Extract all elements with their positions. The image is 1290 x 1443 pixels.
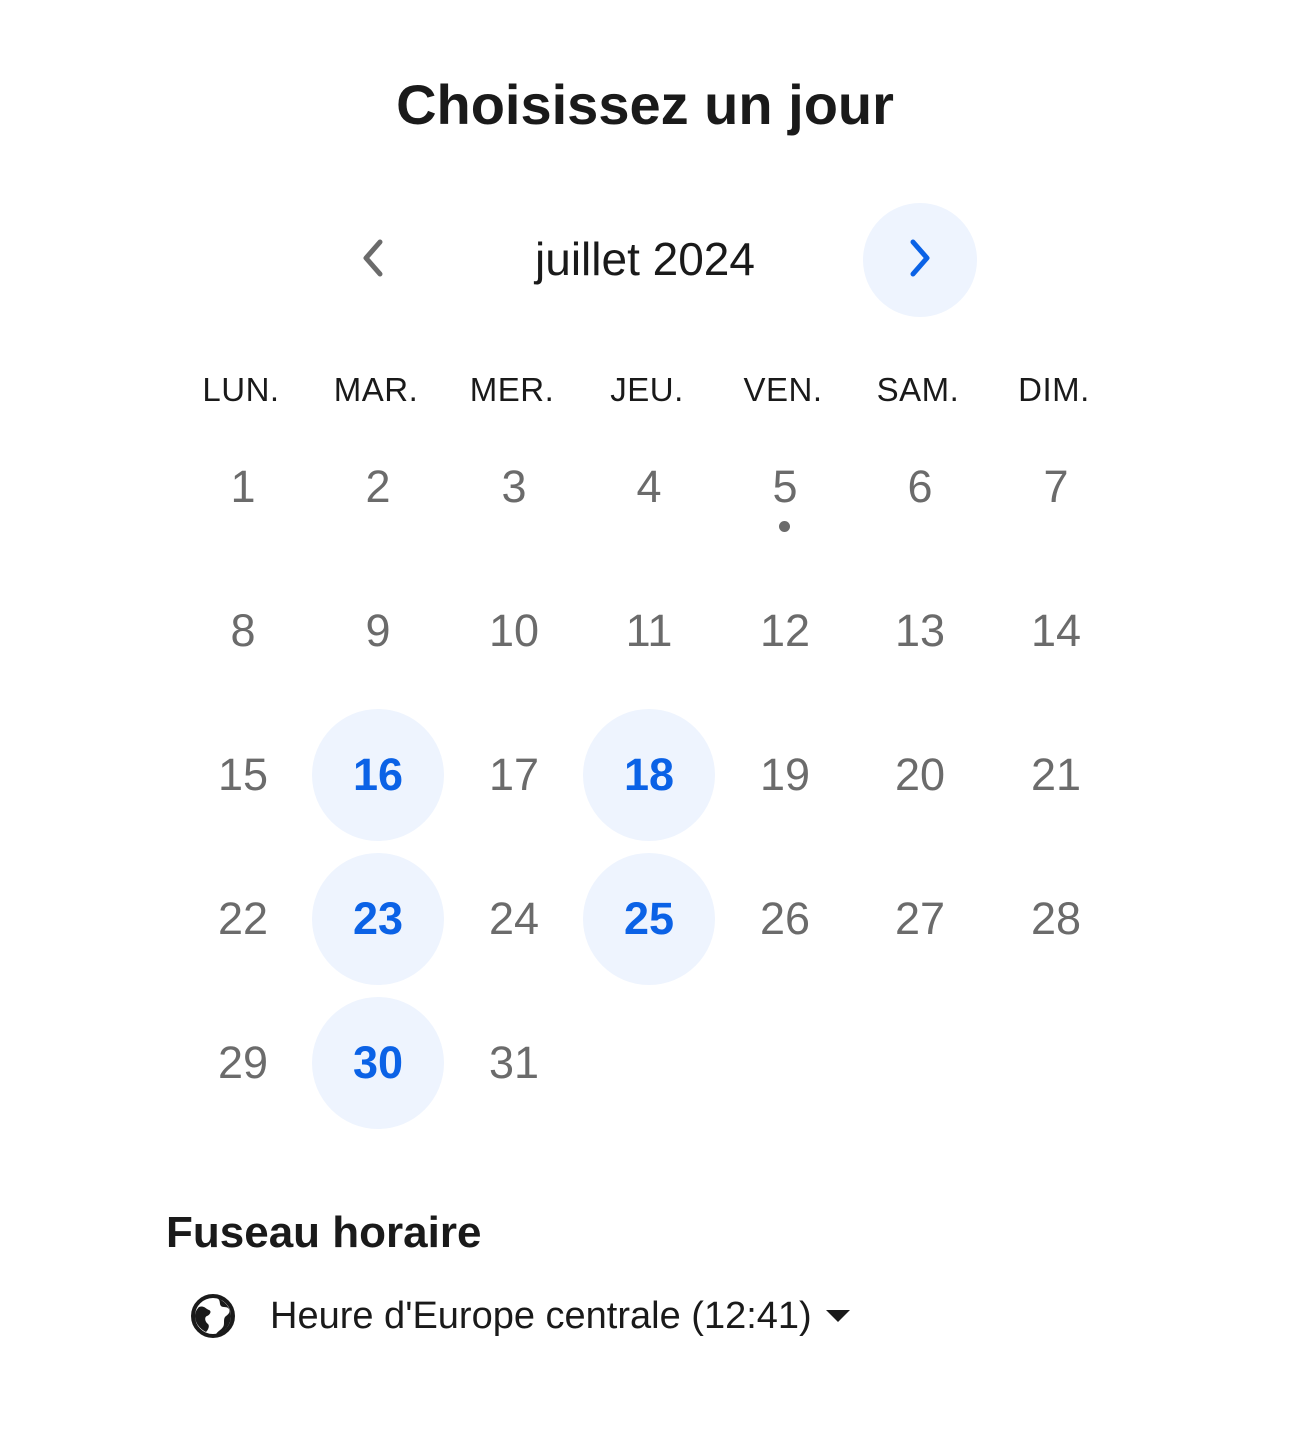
month-navigation: juillet 2024: [0, 203, 1290, 317]
day-unavailable: 4: [636, 461, 662, 512]
day-unavailable: 19: [759, 749, 811, 800]
day-unavailable: 24: [488, 893, 540, 944]
chevron-right-icon: [903, 236, 937, 285]
day-unavailable: 2: [365, 461, 391, 512]
next-month-button[interactable]: [863, 203, 977, 317]
weekday-label: VEN.: [743, 371, 823, 408]
day-available[interactable]: 23: [312, 853, 444, 985]
day-available[interactable]: 18: [583, 709, 715, 841]
day-unavailable: 11: [625, 605, 673, 656]
day-unavailable: 12: [759, 605, 811, 656]
page-title: Choisissez un jour: [396, 73, 894, 136]
day-unavailable: 15: [217, 749, 269, 800]
weekday-label: MAR.: [333, 371, 419, 408]
day-unavailable: 10: [488, 605, 540, 656]
day-available[interactable]: 25: [583, 853, 715, 985]
weekday-label: MER.: [469, 371, 555, 408]
day-unavailable: 14: [1030, 605, 1082, 656]
weekday-label: DIM.: [1018, 371, 1090, 408]
day-unavailable: 13: [894, 605, 946, 656]
day-unavailable: 9: [365, 605, 391, 656]
day-unavailable: 6: [907, 461, 933, 512]
globe-icon: [190, 1293, 236, 1339]
day-unavailable: 26: [759, 893, 811, 944]
day-unavailable: 27: [894, 893, 946, 944]
timezone-value: Heure d'Europe centrale (12:41): [270, 1295, 812, 1337]
day-unavailable: 21: [1030, 749, 1082, 800]
caret-down-icon: [825, 1309, 850, 1323]
day-unavailable: 20: [894, 749, 946, 800]
timezone-selector[interactable]: Heure d'Europe centrale (12:41): [190, 1288, 850, 1344]
day-unavailable: 5: [772, 461, 798, 512]
weekday-label: LUN.: [202, 371, 280, 408]
day-unavailable: 3: [501, 461, 527, 512]
weekday-label: JEU.: [610, 371, 684, 408]
weekday-header: LUN. MAR. MER. JEU. VEN. SAM. DIM.: [0, 368, 1290, 412]
day-unavailable: 28: [1030, 893, 1082, 944]
day-unavailable: 1: [230, 461, 256, 512]
month-label: juillet 2024: [535, 233, 755, 285]
day-unavailable: 22: [217, 893, 269, 944]
weekday-label: SAM.: [876, 371, 960, 408]
day-unavailable: 8: [230, 605, 256, 656]
day-unavailable: 31: [488, 1037, 540, 1088]
day-available[interactable]: 30: [312, 997, 444, 1129]
timezone-title: Fuseau horaire: [166, 1208, 482, 1257]
day-available[interactable]: 16: [312, 709, 444, 841]
day-unavailable: 29: [217, 1037, 269, 1088]
today-indicator: [779, 521, 790, 532]
day-unavailable: 17: [488, 749, 540, 800]
day-unavailable: 7: [1043, 461, 1069, 512]
